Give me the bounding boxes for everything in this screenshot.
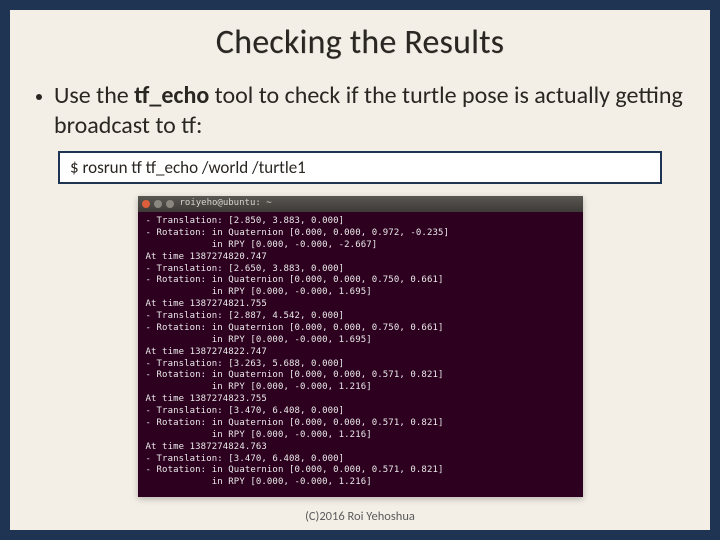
terminal-line: - Rotation: in Quaternion [0.000, 0.000,… bbox=[146, 275, 444, 285]
terminal-line: - Rotation: in Quaternion [0.000, 0.000,… bbox=[146, 465, 444, 475]
maximize-icon[interactable] bbox=[166, 200, 174, 208]
slide-title: Checking the Results bbox=[30, 22, 690, 63]
minimize-icon[interactable] bbox=[154, 200, 162, 208]
terminal-line: in RPY [0.000, -0.000, 1.216] bbox=[146, 477, 372, 487]
terminal-line: - Rotation: in Quaternion [0.000, 0.000,… bbox=[146, 418, 444, 428]
terminal-line: - Translation: [2.850, 3.883, 0.000] bbox=[146, 216, 345, 226]
slide-frame: Checking the Results Use the tf_echo too… bbox=[0, 0, 720, 540]
terminal-line: - Rotation: in Quaternion [0.000, 0.000,… bbox=[146, 228, 450, 238]
terminal-window: roiyeho@ubuntu: ~ - Translation: [2.850,… bbox=[138, 196, 583, 497]
command-text: $ rosrun tf tf_echo /world /turtle1 bbox=[70, 157, 306, 178]
bullet-pre: Use the bbox=[54, 81, 134, 110]
slide-footer: (C)2016 Roi Yehoshua bbox=[10, 509, 710, 524]
close-icon[interactable] bbox=[142, 200, 150, 208]
terminal-titlebar: roiyeho@ubuntu: ~ bbox=[138, 196, 583, 212]
terminal-line: in RPY [0.000, -0.000, -2.667] bbox=[146, 240, 378, 250]
terminal-line: - Rotation: in Quaternion [0.000, 0.000,… bbox=[146, 323, 444, 333]
terminal-line: in RPY [0.000, -0.000, 1.216] bbox=[146, 430, 372, 440]
terminal-line: At time 1387274824.763 bbox=[146, 442, 267, 452]
terminal-line: in RPY [0.000, -0.000, 1.216] bbox=[146, 382, 372, 392]
terminal-line: - Translation: [3.470, 6.408, 0.000] bbox=[146, 406, 345, 416]
bullet-bold: tf_echo bbox=[134, 81, 209, 110]
terminal-line: - Rotation: in Quaternion [0.000, 0.000,… bbox=[146, 370, 444, 380]
terminal-line: At time 1387274820.747 bbox=[146, 252, 267, 262]
terminal-line: At time 1387274821.755 bbox=[146, 299, 267, 309]
bullet-dot-icon bbox=[36, 94, 42, 100]
terminal-line: in RPY [0.000, -0.000, 1.695] bbox=[146, 335, 372, 345]
terminal-line: in RPY [0.000, -0.000, 1.695] bbox=[146, 287, 372, 297]
terminal-line: - Translation: [2.650, 3.883, 0.000] bbox=[146, 264, 345, 274]
command-box: $ rosrun tf tf_echo /world /turtle1 bbox=[58, 151, 662, 184]
terminal-body: - Translation: [2.850, 3.883, 0.000] - R… bbox=[138, 212, 583, 491]
terminal-title: roiyeho@ubuntu: ~ bbox=[180, 198, 272, 210]
terminal-line: - Translation: [3.470, 6.408, 0.000] bbox=[146, 454, 345, 464]
window-controls bbox=[142, 200, 174, 208]
terminal-line: - Translation: [3.263, 5.688, 0.000] bbox=[146, 359, 345, 369]
terminal-line: At time 1387274822.747 bbox=[146, 347, 267, 357]
terminal-line: At time 1387274823.755 bbox=[146, 394, 267, 404]
bullet-text: Use the tf_echo tool to check if the tur… bbox=[54, 81, 684, 141]
bullet-item: Use the tf_echo tool to check if the tur… bbox=[36, 81, 684, 141]
terminal-line: - Translation: [2.887, 4.542, 0.000] bbox=[146, 311, 345, 321]
